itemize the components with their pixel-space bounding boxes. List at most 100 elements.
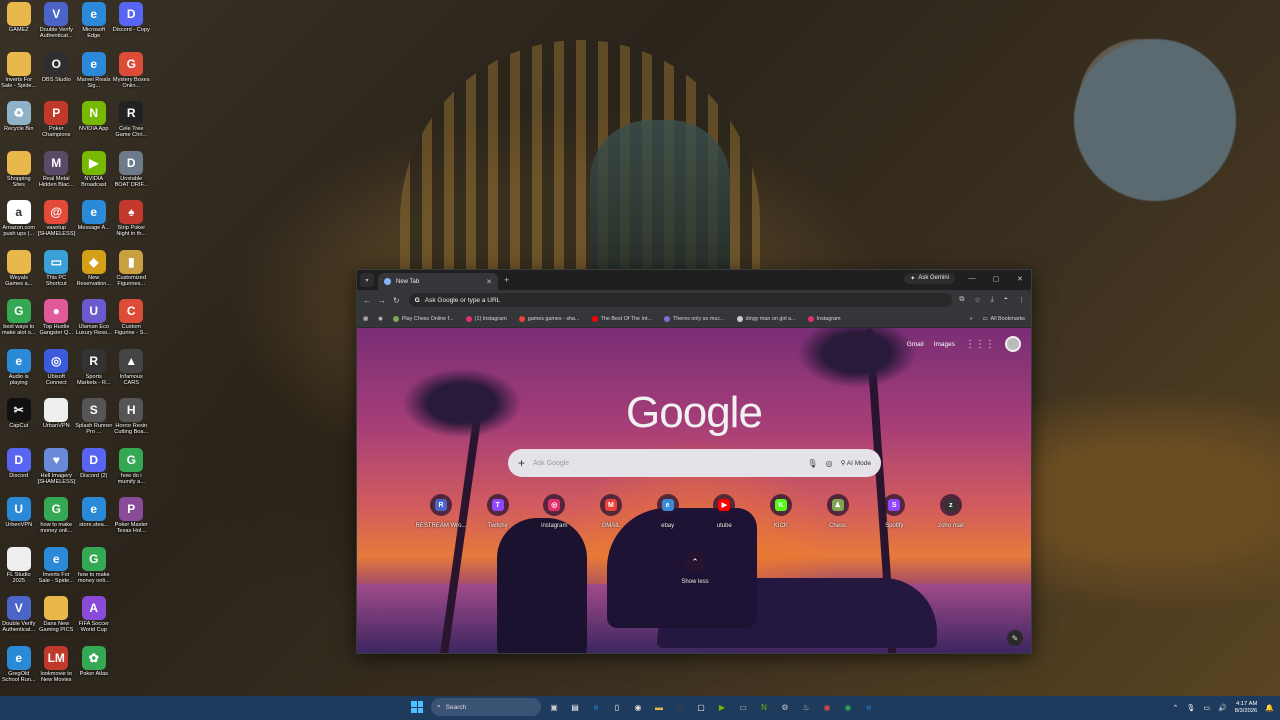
shortcut-tile[interactable]: ▶ utube: [696, 494, 752, 529]
desktop-icon[interactable]: LM lookmovie to New Movies: [38, 644, 76, 694]
desktop-icon[interactable]: @ vasetup [SHAMELESS]: [38, 198, 76, 248]
taskbar-edge-icon[interactable]: e: [588, 699, 604, 715]
bookmark-item[interactable]: Play Chess Online f...: [392, 315, 454, 322]
desktop-icon[interactable]: e Inverts For Sale - Spide...: [38, 545, 76, 595]
desktop-icon[interactable]: S Splash Runner Pro ...: [75, 396, 113, 446]
desktop-icon[interactable]: Ghow to make money onli...: [75, 545, 113, 595]
desktop-icon[interactable]: UrbanVPN: [38, 396, 76, 446]
bookmark-item[interactable]: games games - sha...: [518, 315, 580, 322]
avatar[interactable]: [1005, 336, 1021, 352]
new-tab-button[interactable]: +: [504, 275, 509, 285]
shortcut-tile[interactable]: z zoho mail: [923, 494, 979, 529]
desktop-icon[interactable]: e store.stea...: [75, 495, 113, 545]
desktop-icon[interactable]: U UrbenVPN: [0, 495, 38, 545]
desktop-icon[interactable]: D Discord (2): [75, 446, 113, 496]
desktop-icon[interactable]: R Sports Markets - R...: [75, 347, 113, 397]
show-less-button[interactable]: ⌃ Show less: [667, 551, 723, 585]
microphone-icon[interactable]: 🎙: [807, 459, 817, 468]
bookmark-star-icon[interactable]: ☆: [974, 296, 980, 304]
desktop-icon[interactable]: Shopping Sites: [0, 149, 38, 199]
menu-kebab-icon[interactable]: ⋮: [1018, 296, 1025, 304]
bookmark-item[interactable]: The Best Of The Int...: [591, 315, 652, 322]
desktop-icon[interactable]: D Discord - Copy: [113, 0, 151, 50]
microphone-icon[interactable]: 🎙: [1186, 704, 1195, 712]
bookmark-apps-icon[interactable]: ▦: [363, 316, 368, 322]
images-link[interactable]: Images: [934, 341, 955, 348]
taskbar-nvidia-broadcast-icon[interactable]: ▶: [714, 699, 730, 715]
network-icon[interactable]: ▭: [1203, 704, 1210, 712]
desktop-icon[interactable]: Dans New Gaming PICS: [38, 594, 76, 644]
desktop-icon[interactable]: D Unstable BOAT DRIF...: [113, 149, 151, 199]
desktop-icon[interactable]: ◆ New Reservation...: [75, 248, 113, 298]
ask-gemini-button[interactable]: ✦ Ask Gemini: [904, 273, 955, 284]
desktop-icon[interactable]: ◎ Ubisoft Connect: [38, 347, 76, 397]
forward-arrow-icon[interactable]: →: [378, 296, 386, 305]
minimize-button[interactable]: —: [965, 275, 979, 282]
address-bar[interactable]: G Ask Google or type a URL: [408, 293, 953, 307]
shortcut-tile[interactable]: M GMAIL: [583, 494, 639, 529]
tab-new-tab[interactable]: New Tab ✕: [378, 273, 498, 290]
ai-mode-button[interactable]: ⚲ AI Mode: [841, 459, 871, 467]
add-attachment-icon[interactable]: +: [518, 456, 525, 470]
maximize-button[interactable]: ▢: [989, 275, 1003, 283]
volume-icon[interactable]: 🔊: [1218, 704, 1227, 712]
shortcut-tile[interactable]: T Twitchy: [470, 494, 526, 529]
taskbar-settings-icon[interactable]: ⚙: [777, 699, 793, 715]
bookmark-item[interactable]: (1) Instagram: [465, 315, 507, 322]
close-window-button[interactable]: ✕: [1013, 275, 1027, 283]
ntp-search-box[interactable]: + Ask Google 🎙 ◎ ⚲ AI Mode: [508, 449, 881, 477]
desktop-icon[interactable]: R Cele Tree Game Chri...: [113, 99, 151, 149]
desktop-icon[interactable]: ● Top Hustle Gangster Q...: [38, 297, 76, 347]
shortcut-tile[interactable]: ◎ instagram: [526, 494, 582, 529]
shortcut-tile[interactable]: ♟ Chess: [810, 494, 866, 529]
bookmark-item[interactable]: Instagram: [807, 315, 841, 322]
taskbar-obs-icon[interactable]: ◎: [672, 699, 688, 715]
desktop-icon[interactable]: U Ulaman Eco Luxury Reso...: [75, 297, 113, 347]
desktop-icon[interactable]: V Double Verify Authenticat...: [0, 594, 38, 644]
desktop-icon[interactable]: P Poker Champions: [38, 99, 76, 149]
desktop-icon[interactable]: Ghow do i mumify a...: [113, 446, 151, 496]
desktop-icon[interactable]: N NVIDIA App: [75, 99, 113, 149]
chevron-up-icon[interactable]: ⌃: [1173, 704, 1179, 712]
desktop-icon[interactable]: ▮ Customized Figurines...: [113, 248, 151, 298]
desktop-icon[interactable]: ▭ This PC Shortcut: [38, 248, 76, 298]
profile-incognito-icon[interactable]: ◓: [1004, 296, 1008, 304]
taskbar-file-explorer-icon[interactable]: ▬: [651, 699, 667, 715]
tab-search-button[interactable]: ▾: [360, 273, 374, 287]
taskbar-chrome-icon[interactable]: ◉: [630, 699, 646, 715]
taskbar-media-icon[interactable]: ▢: [693, 699, 709, 715]
shortcut-tile[interactable]: K KICK: [753, 494, 809, 529]
desktop-icon[interactable]: A FIFA Soccer World Cup: [75, 594, 113, 644]
desktop-icon[interactable]: FL Studio 2025: [0, 545, 38, 595]
downloads-icon[interactable]: ⤓: [991, 296, 994, 304]
tab-close-icon[interactable]: ✕: [486, 278, 492, 286]
desktop-icon[interactable]: P Poker Master Texas Hol...: [113, 495, 151, 545]
desktop-icon[interactable]: e Microsoft Edge: [75, 0, 113, 50]
bookmarks-overflow-icon[interactable]: »: [969, 316, 972, 322]
bookmark-item[interactable]: Theres only so muc...: [664, 315, 725, 322]
taskbar-task-view-icon[interactable]: ▣: [546, 699, 562, 715]
taskbar-nvidia-icon[interactable]: N: [756, 699, 772, 715]
shortcut-tile[interactable]: R RESTREAM Wro...: [413, 494, 469, 529]
google-lens-icon[interactable]: ◎: [826, 459, 833, 468]
desktop-icon[interactable]: e Audio is playing: [0, 347, 38, 397]
desktop-icon[interactable]: D Discord: [0, 446, 38, 496]
notification-icon[interactable]: 🔔: [1265, 704, 1274, 712]
taskbar-notepad-icon[interactable]: ▯: [609, 699, 625, 715]
gmail-link[interactable]: Gmail: [907, 341, 924, 348]
taskbar-search[interactable]: ⌕ Search: [431, 698, 541, 716]
taskbar-steam-icon[interactable]: ♨: [798, 699, 814, 715]
desktop-icon[interactable]: C Custom Figurine - S...: [113, 297, 151, 347]
desktop-icon[interactable]: a Amazon.com push ups (...: [0, 198, 38, 248]
clock[interactable]: 4:17 AM 8/3/2026: [1235, 701, 1258, 715]
desktop-icon[interactable]: Inverts For Sale - Spide...: [0, 50, 38, 100]
reload-icon[interactable]: ↻: [393, 296, 400, 305]
desktop-icon[interactable]: Ghow to make money onli...: [38, 495, 76, 545]
desktop-icon[interactable]: GAMEZ: [0, 0, 38, 50]
bookmark-item[interactable]: dingy man on girl a...: [736, 315, 796, 322]
start-button[interactable]: [408, 698, 426, 716]
desktop-icon[interactable]: ✂ CapCut: [0, 396, 38, 446]
desktop-icon[interactable]: Weyals Games a...: [0, 248, 38, 298]
desktop-icon[interactable]: ♻ Recycle Bin: [0, 99, 38, 149]
taskbar-widgets-icon[interactable]: ▤: [567, 699, 583, 715]
